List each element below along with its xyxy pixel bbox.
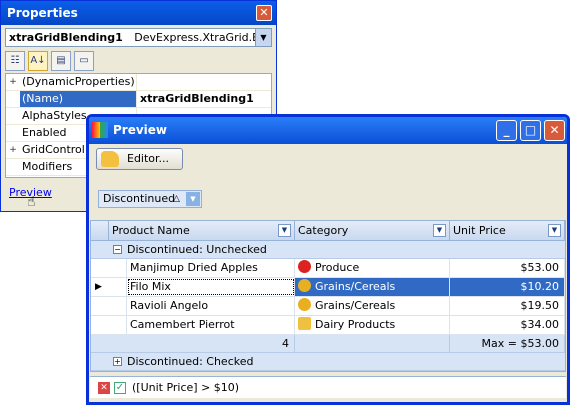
- object-name: xtraGridBlending1: [9, 31, 123, 44]
- properties-toolbar: ☷ A↓ ▤ ▭: [5, 51, 94, 73]
- property-row[interactable]: + (DynamicProperties): [6, 74, 271, 91]
- group-row-label: Discontinued: Checked: [127, 355, 254, 368]
- cell-unit-price[interactable]: $34.00: [450, 316, 565, 334]
- footer-count: 4: [127, 335, 295, 352]
- column-header-label: Unit Price: [453, 224, 506, 237]
- filter-dropdown-icon[interactable]: ▼: [186, 192, 200, 206]
- cell-category[interactable]: Grains/Cereals: [295, 297, 450, 315]
- filter-text[interactable]: ([Unit Price] > $10): [132, 381, 239, 394]
- group-row-unchecked[interactable]: − Discontinued: Unchecked: [91, 241, 565, 259]
- grains-icon: [298, 298, 311, 311]
- cheese-icon: [298, 317, 311, 330]
- expand-icon: [6, 125, 20, 141]
- cell-product-name[interactable]: Filo Mix: [127, 278, 295, 296]
- clear-filter-icon[interactable]: ✕: [98, 382, 110, 394]
- filter-enabled-checkbox[interactable]: ✓: [114, 382, 126, 394]
- cell-product-name[interactable]: Camembert Pierrot: [127, 316, 295, 334]
- column-header-unit-price[interactable]: Unit Price ▼: [450, 221, 565, 240]
- close-icon[interactable]: ✕: [544, 120, 565, 141]
- property-value[interactable]: xtraGridBlending1: [137, 91, 271, 107]
- group-footer: 4 Max = $53.00: [91, 335, 565, 353]
- object-selector[interactable]: xtraGridBlending1 DevExpress.XtraGrid.Bl…: [5, 28, 272, 47]
- alphabetical-icon[interactable]: A↓: [28, 51, 48, 71]
- group-panel: Discontinued △ ▼: [90, 177, 566, 220]
- header-indicator: [91, 221, 109, 240]
- minimize-icon[interactable]: _: [496, 120, 517, 141]
- app-icon: [92, 122, 108, 138]
- cell-unit-price[interactable]: $19.50: [450, 297, 565, 315]
- cell-product-name[interactable]: Ravioli Angelo: [127, 297, 295, 315]
- grains-icon: [298, 279, 311, 292]
- cell-category[interactable]: Produce: [295, 259, 450, 277]
- categorized-icon[interactable]: ☷: [5, 51, 25, 71]
- footer-category: [295, 335, 450, 352]
- property-name: (Name): [20, 91, 137, 107]
- expand-icon: [6, 91, 20, 107]
- group-chip-label: Discontinued: [103, 192, 176, 205]
- data-grid: Product Name ▼ Category ▼ Unit Price ▼ −…: [90, 220, 566, 372]
- column-header-category[interactable]: Category ▼: [295, 221, 450, 240]
- footer-max: Max = $53.00: [450, 335, 565, 352]
- apple-icon: [298, 260, 311, 273]
- preview-window: Preview _ □ ✕ Editor... Discontinued △ ▼…: [86, 114, 570, 405]
- group-column-chip[interactable]: Discontinued △ ▼: [98, 190, 202, 208]
- row-indicator: ▶: [91, 278, 127, 296]
- hand-cursor-icon: ☝: [27, 194, 36, 210]
- cell-product-name[interactable]: Manjimup Dried Apples: [127, 259, 295, 277]
- palette-icon: [101, 151, 119, 167]
- collapse-icon[interactable]: −: [113, 245, 122, 254]
- close-icon[interactable]: ✕: [256, 5, 272, 21]
- expand-icon[interactable]: +: [6, 142, 20, 158]
- table-row[interactable]: Camembert Pierrot Dairy Products $34.00: [91, 316, 565, 335]
- footer-indicator: [91, 335, 127, 352]
- cell-unit-price[interactable]: $53.00: [450, 259, 565, 277]
- filter-dropdown-icon[interactable]: ▼: [278, 224, 291, 237]
- category-label: Grains/Cereals: [315, 280, 396, 293]
- cell-category[interactable]: Dairy Products: [295, 316, 450, 334]
- row-indicator: [91, 316, 127, 334]
- expand-icon: [6, 159, 20, 175]
- row-indicator: [91, 259, 127, 277]
- editor-button-label: Editor...: [127, 152, 170, 165]
- properties-view-icon[interactable]: ▤: [51, 51, 71, 71]
- preview-title: Preview: [113, 123, 168, 137]
- preview-title-bar: Preview _ □ ✕: [89, 117, 567, 144]
- property-row[interactable]: (Name) xtraGridBlending1: [6, 91, 271, 108]
- column-header-label: Product Name: [112, 224, 190, 237]
- table-row[interactable]: Ravioli Angelo Grains/Cereals $19.50: [91, 297, 565, 316]
- category-label: Grains/Cereals: [315, 299, 396, 312]
- properties-title-bar: Properties ✕: [1, 1, 276, 25]
- category-label: Produce: [315, 261, 360, 274]
- filter-dropdown-icon[interactable]: ▼: [433, 224, 446, 237]
- column-header-label: Category: [298, 224, 349, 237]
- properties-title: Properties: [7, 6, 78, 20]
- chevron-down-icon[interactable]: ▼: [255, 29, 271, 46]
- group-row-label: Discontinued: Unchecked: [127, 243, 267, 256]
- cell-category[interactable]: Grains/Cereals: [295, 278, 450, 296]
- maximize-icon[interactable]: □: [520, 120, 541, 141]
- category-label: Dairy Products: [315, 318, 396, 331]
- filter-panel: ✕ ✓ ([Unit Price] > $10): [90, 376, 566, 398]
- object-type: DevExpress.XtraGrid.Blend: [134, 31, 272, 44]
- cell-unit-price[interactable]: $10.20: [450, 278, 565, 296]
- column-headers: Product Name ▼ Category ▼ Unit Price ▼: [91, 221, 565, 241]
- table-row[interactable]: ▶ Filo Mix Grains/Cereals $10.20: [91, 278, 565, 297]
- current-row-icon: ▶: [95, 282, 102, 292]
- property-value[interactable]: [137, 74, 271, 90]
- property-name: (DynamicProperties): [20, 74, 137, 90]
- expand-icon: [6, 108, 20, 124]
- column-header-product-name[interactable]: Product Name ▼: [109, 221, 295, 240]
- group-row-checked[interactable]: + Discontinued: Checked: [91, 353, 565, 371]
- table-row[interactable]: Manjimup Dried Apples Produce $53.00: [91, 259, 565, 278]
- expand-icon[interactable]: +: [6, 74, 20, 90]
- filter-dropdown-icon[interactable]: ▼: [548, 224, 561, 237]
- sort-ascending-icon: △: [173, 194, 180, 204]
- events-icon[interactable]: ▭: [74, 51, 94, 71]
- editor-button[interactable]: Editor...: [96, 148, 183, 170]
- expand-icon[interactable]: +: [113, 357, 122, 366]
- row-indicator: [91, 297, 127, 315]
